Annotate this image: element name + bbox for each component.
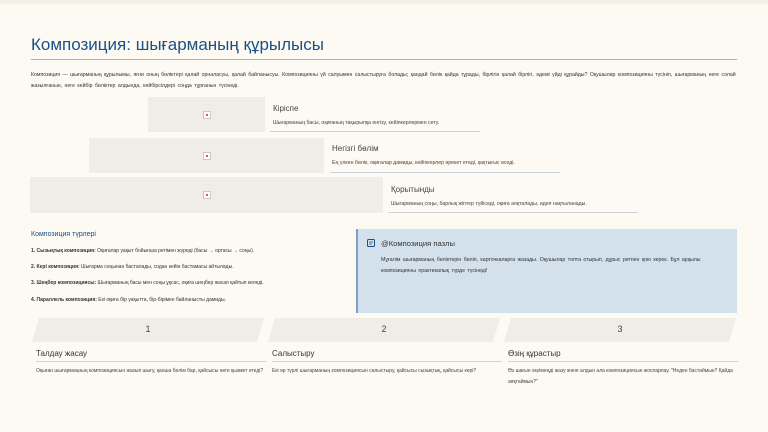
activity-title: Талдау жасау	[36, 349, 88, 358]
activity-desc: Өз шағын әңгімеңді жазу және алдын ала к…	[508, 368, 733, 385]
type-item-parallel: 4. Параллель композиция: Екі оқиға бір у…	[31, 297, 226, 303]
step-desc-intro: Шығарманың басы, оқиғаның тақырыпқа енгі…	[273, 120, 440, 126]
activity-divider	[272, 361, 502, 362]
top-bar	[0, 0, 768, 4]
activity-desc: Екі әр түрлі шығарманың композициясын са…	[272, 368, 477, 374]
note-icon	[367, 239, 375, 249]
activity-divider	[508, 361, 738, 362]
step-divider	[330, 172, 560, 173]
type-item-reverse: 2. Кері композиция: Шығарма соңынан баст…	[31, 264, 234, 270]
step-divider	[388, 212, 638, 213]
step-image-intro	[148, 97, 265, 132]
type-item-circle: 3. Шеңбер композициясы: Шығарманың басы …	[31, 280, 264, 286]
step-image-main	[89, 138, 324, 173]
types-heading: Композиция түрлері	[31, 231, 96, 238]
step-image-conclusion	[30, 177, 383, 213]
step-divider	[270, 131, 480, 132]
broken-image-icon	[202, 191, 211, 199]
type-item-linear: 1. Сызықтық композиция: Оқиғалар уақыт б…	[31, 248, 255, 254]
callout-text: Мұғалім шығарманың бөліктерін бөліп, кар…	[381, 257, 701, 274]
activity-number: 1	[145, 324, 151, 334]
page-title: Композиция: шығарманың құрылысы	[31, 35, 324, 54]
broken-image-icon	[202, 110, 211, 119]
callout-box: @Композиция пазлы Мұғалім шығарманың бөл…	[356, 229, 737, 313]
activity-title: Өзің құрастыр	[508, 349, 561, 358]
step-desc-main: Ең үлкен бөлік, оқиғалар дамиды, кейіпке…	[332, 160, 515, 166]
broken-image-icon	[202, 151, 211, 160]
activity-number: 2	[381, 324, 387, 334]
callout-title: @Композиция пазлы	[381, 239, 455, 248]
step-title-intro: Кіріспе	[273, 104, 299, 113]
activity-title: Салыстыру	[272, 349, 315, 358]
activity-number: 3	[617, 324, 623, 334]
step-title-main: Негізгі бөлім	[332, 144, 379, 153]
step-title-conclusion: Қорытынды	[391, 185, 435, 194]
intro-paragraph: Композиция — шығарманың құрылымы, яғни о…	[31, 72, 736, 89]
step-desc-conclusion: Шығарманың соңы, барлық жіптер түйіседі,…	[391, 201, 587, 207]
activity-divider	[36, 361, 266, 362]
title-divider	[31, 59, 737, 60]
activity-desc: Оқыған шығармаңның композициясын жазып ш…	[36, 368, 264, 374]
